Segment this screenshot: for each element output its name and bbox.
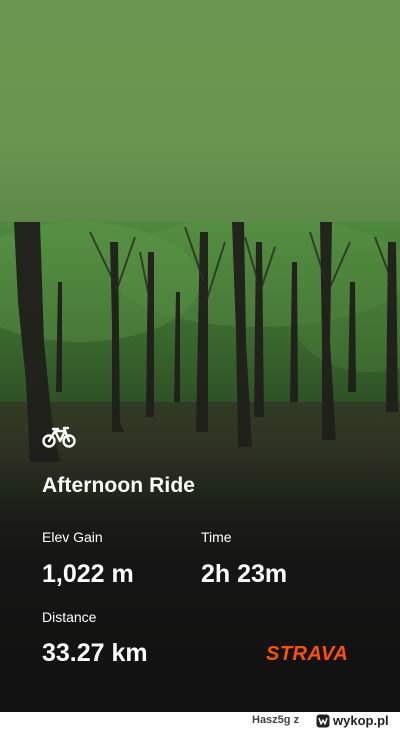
sky-gradient	[0, 0, 400, 222]
footer-site[interactable]: wykop.pl	[333, 713, 389, 728]
distance-value: 33.27 km	[42, 639, 148, 667]
strava-logo: STRAVA	[266, 643, 349, 665]
time-label: Time	[201, 529, 232, 545]
distance-label: Distance	[42, 609, 97, 625]
footer-author: Hasz5g z	[252, 714, 300, 726]
watermark-footer: Hasz5g z wykop.pl	[0, 712, 400, 731]
activity-share-card: Afternoon Ride Elev Gain 1,022 m Time 2h…	[0, 0, 400, 712]
activity-title: Afternoon Ride	[42, 474, 196, 497]
wykop-logo-icon	[316, 714, 330, 728]
elev-gain-value: 1,022 m	[42, 560, 134, 588]
elev-gain-label: Elev Gain	[42, 529, 103, 545]
bicycle-icon	[42, 426, 76, 448]
time-value: 2h 23m	[201, 560, 288, 588]
